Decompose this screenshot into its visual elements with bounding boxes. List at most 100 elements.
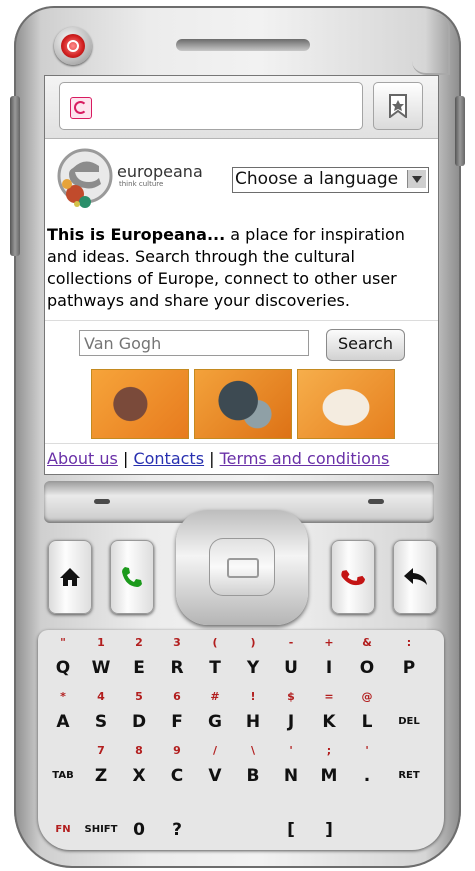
key[interactable]: 4S (82, 686, 120, 740)
featured-thumbnail-2[interactable] (194, 369, 292, 439)
key[interactable] (234, 794, 272, 848)
key-label: J (287, 712, 295, 732)
left-soft-key[interactable] (94, 499, 110, 504)
key-alt-label: $ (287, 690, 295, 703)
key[interactable]: FN (44, 794, 82, 848)
phone-call-icon (122, 567, 142, 587)
search-button[interactable]: Search (326, 329, 405, 361)
key[interactable]: $ J (272, 686, 310, 740)
key[interactable]: + I (310, 632, 348, 686)
key[interactable]: 6F (158, 686, 196, 740)
key[interactable] (348, 794, 386, 848)
browser-toolbar (45, 76, 438, 139)
contacts-link[interactable]: Contacts (133, 449, 204, 468)
key[interactable]: '. (348, 740, 386, 794)
intro-text: This is Europeana... a place for inspira… (47, 224, 435, 312)
featured-thumbnail-1[interactable] (91, 369, 189, 439)
key[interactable]: 9C (158, 740, 196, 794)
key[interactable]: RET (390, 740, 428, 794)
key[interactable]: 1W (82, 632, 120, 686)
key[interactable]: ' N (272, 740, 310, 794)
key[interactable]: 0 (120, 794, 158, 848)
key-label: P (402, 658, 416, 678)
key[interactable]: & O (348, 632, 386, 686)
home-button[interactable] (48, 540, 92, 614)
power-icon (61, 34, 85, 58)
intro-heading: This is Europeana... (47, 225, 226, 244)
key[interactable]: -U (272, 632, 310, 686)
key[interactable]: ; M (310, 740, 348, 794)
right-soft-key[interactable] (368, 499, 384, 504)
key-alt-label: " (60, 636, 66, 649)
call-button[interactable] (110, 540, 154, 614)
key[interactable]: 7Z (82, 740, 120, 794)
key-label: O (359, 658, 375, 678)
side-button[interactable] (455, 96, 465, 166)
key[interactable]: [ (272, 794, 310, 848)
end-call-button[interactable] (331, 540, 375, 614)
key[interactable]: \ B (234, 740, 272, 794)
key[interactable]: SHIFT (82, 794, 120, 848)
key[interactable]: 5D (120, 686, 158, 740)
key[interactable]: ] (310, 794, 348, 848)
key-label: [ (287, 820, 295, 840)
volume-button[interactable] (10, 96, 20, 256)
key-label: F (171, 712, 183, 732)
hinge (412, 15, 450, 75)
key[interactable]: = K (310, 686, 348, 740)
key-label: X (132, 766, 146, 786)
key-alt-label: - (288, 636, 294, 649)
key[interactable]: # G (196, 686, 234, 740)
key-label: R (170, 658, 184, 678)
site-favicon-icon (70, 97, 92, 119)
bookmark-button[interactable] (373, 82, 423, 130)
back-arrow-icon (404, 568, 427, 585)
address-bar[interactable] (59, 82, 363, 130)
key-label: L (361, 712, 373, 732)
key-alt-label: 4 (97, 690, 105, 703)
key-label: S (94, 712, 108, 732)
key[interactable] (196, 794, 234, 848)
key-label: E (133, 658, 145, 678)
key[interactable]: (T (196, 632, 234, 686)
key[interactable]: * A (44, 686, 82, 740)
key[interactable]: 2E (120, 632, 158, 686)
featured-thumbnail-3[interactable] (297, 369, 395, 439)
key[interactable]: DEL (390, 686, 428, 740)
terms-link[interactable]: Terms and conditions (220, 449, 390, 468)
key-label: FN (55, 824, 71, 835)
key-label: K (322, 712, 336, 732)
language-select[interactable]: Choose a language (232, 167, 429, 193)
key[interactable]: / V (196, 740, 234, 794)
key[interactable]: :P (390, 632, 428, 686)
power-button[interactable] (54, 27, 92, 65)
key[interactable]: TAB (44, 740, 82, 794)
key[interactable] (390, 794, 428, 848)
search-input[interactable] (79, 330, 309, 356)
key[interactable]: " Q (44, 632, 82, 686)
select-button[interactable] (209, 538, 275, 596)
key-alt-label: # (210, 690, 220, 703)
key[interactable]: ? (158, 794, 196, 848)
back-button[interactable] (393, 540, 437, 614)
key-label: W (91, 658, 111, 678)
key-label: 0 (133, 820, 145, 840)
key-alt-label: + (324, 636, 334, 649)
key[interactable]: 8X (120, 740, 158, 794)
key[interactable]: ) Y (234, 632, 272, 686)
key-alt-label: ) (250, 636, 256, 649)
navigation-pad[interactable] (176, 510, 308, 625)
europeana-logo (57, 148, 113, 208)
home-icon (60, 568, 80, 586)
key-alt-label: 9 (173, 744, 181, 757)
footer-links: About us | Contacts | Terms and conditio… (47, 449, 389, 468)
key[interactable]: ! H (234, 686, 272, 740)
key[interactable]: 3R (158, 632, 196, 686)
about-us-link[interactable]: About us (47, 449, 118, 468)
screen: europeana think culture Choose a languag… (44, 75, 439, 475)
key-label: TAB (52, 770, 74, 781)
key[interactable]: @ L (348, 686, 386, 740)
key-label: I (325, 658, 333, 678)
key-label: T (209, 658, 221, 678)
key-alt-label: \ (250, 744, 256, 757)
